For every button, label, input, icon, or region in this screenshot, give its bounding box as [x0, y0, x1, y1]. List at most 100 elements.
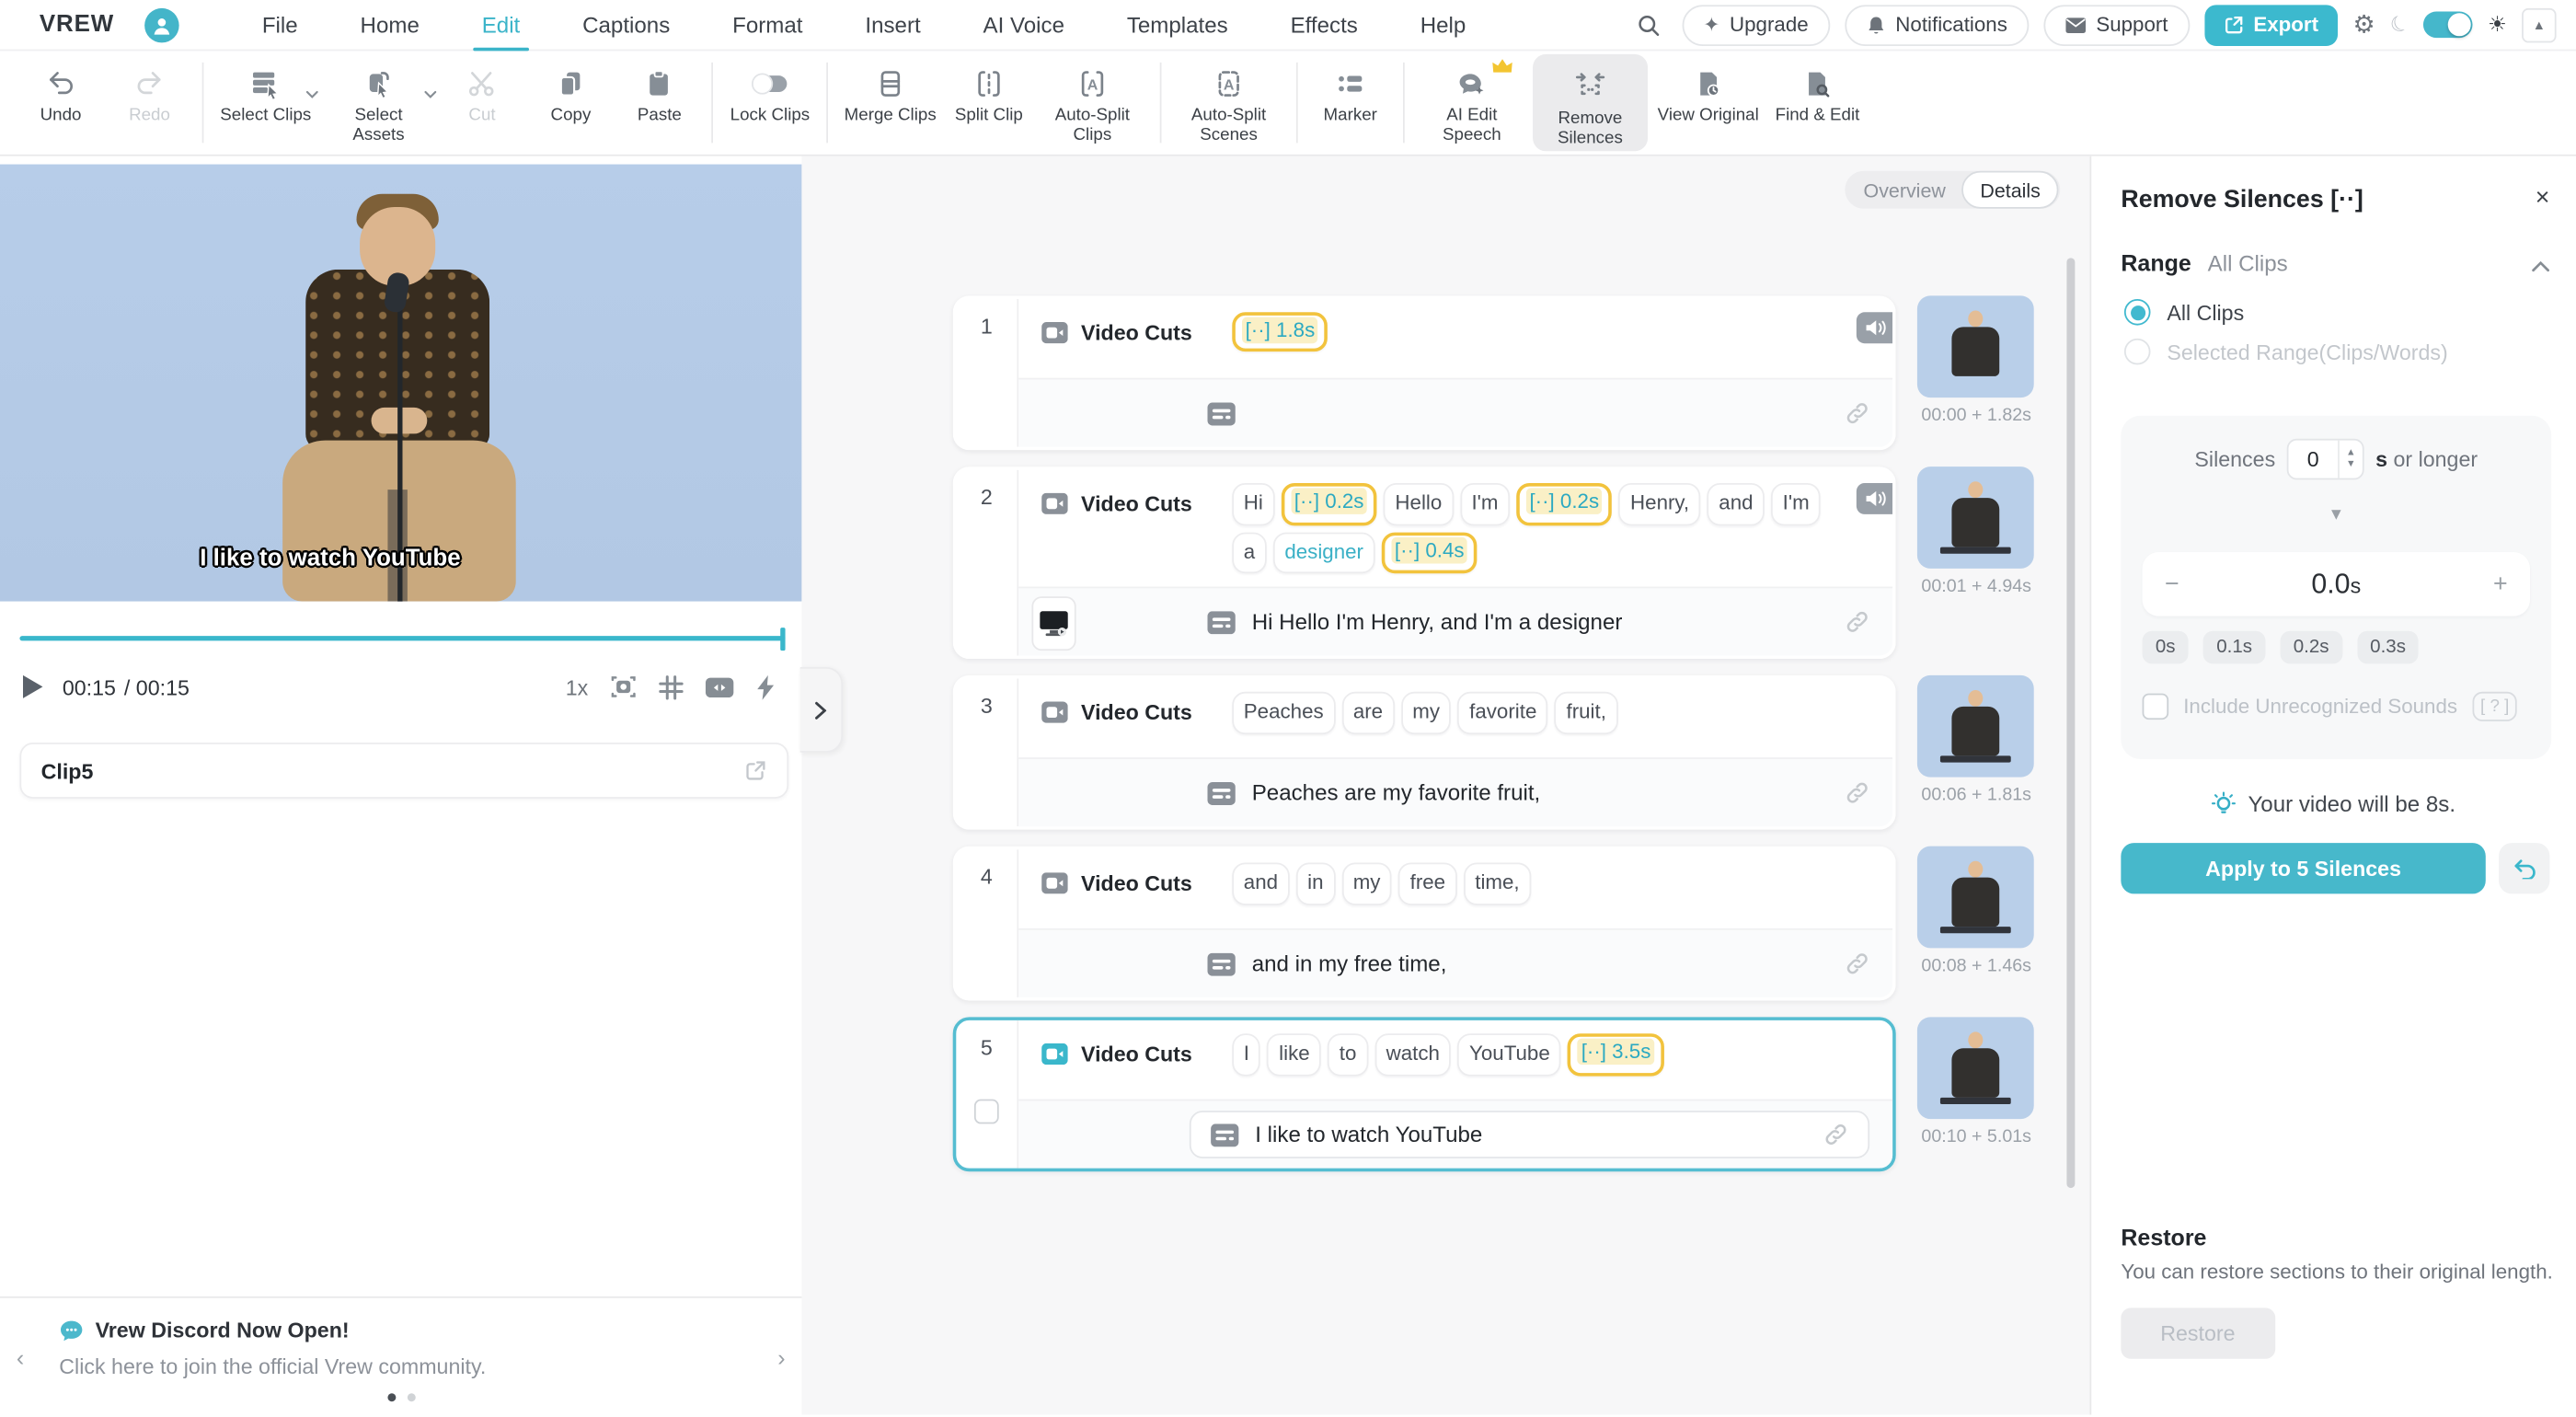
upgrade-button[interactable]: ✦ Upgrade: [1682, 4, 1830, 46]
speaker-icon[interactable]: [1856, 312, 1893, 344]
banner-next-icon[interactable]: ›: [777, 1344, 785, 1371]
playback-speed[interactable]: 1x: [566, 674, 589, 699]
clip-thumbnail[interactable]: [1916, 467, 2034, 569]
menu-item-ai-voice[interactable]: AI Voice: [952, 0, 1096, 50]
toolbar-marker[interactable]: Marker: [1307, 54, 1393, 151]
snapshot-icon[interactable]: [609, 674, 637, 700]
toolbar-lock-clips[interactable]: Lock Clips: [724, 54, 817, 151]
apply-silences-button[interactable]: Apply to 5 Silences: [2121, 843, 2486, 894]
link-icon[interactable]: [1845, 781, 1869, 806]
word-chip[interactable]: Peaches: [1232, 692, 1336, 734]
word-chip[interactable]: to: [1328, 1033, 1368, 1077]
word-chip[interactable]: my: [1400, 692, 1452, 734]
toolbar-select-assets[interactable]: Select Assets: [321, 54, 438, 151]
settings-gear-icon[interactable]: ⚙: [2353, 12, 2375, 37]
menu-item-insert[interactable]: Insert: [834, 0, 951, 50]
close-icon[interactable]: ×: [2536, 184, 2550, 212]
word-chip[interactable]: and: [1232, 862, 1290, 905]
open-external-icon[interactable]: [744, 759, 767, 782]
toolbar-cut[interactable]: Cut: [440, 54, 525, 151]
search-icon[interactable]: [1636, 12, 1661, 37]
word-chip[interactable]: designer: [1272, 531, 1375, 574]
toolbar-find-edit[interactable]: Find & Edit: [1768, 54, 1866, 151]
toolbar-ai-edit-speech[interactable]: AI Edit Speech: [1414, 54, 1529, 151]
menu-item-edit[interactable]: Edit: [451, 0, 551, 51]
caption-field[interactable]: and in my free time,: [1207, 951, 1869, 976]
banner-subtitle[interactable]: Click here to join the official Vrew com…: [59, 1354, 486, 1379]
caption-field[interactable]: I like to watch YouTube: [1189, 1111, 1870, 1159]
clip-thumbnail[interactable]: [1916, 1017, 2034, 1120]
word-chip[interactable]: in: [1295, 862, 1336, 905]
toolbar-select-clips[interactable]: Select Clips: [213, 54, 319, 151]
word-chip[interactable]: Hi: [1232, 482, 1275, 525]
preset-0.3s[interactable]: 0.3s: [2356, 630, 2420, 664]
include-sounds-checkbox[interactable]: [2142, 693, 2169, 720]
clip-card[interactable]: 4 Video Cuts and in my free time, and in my …: [952, 847, 1896, 1001]
word-chip[interactable]: favorite: [1457, 692, 1548, 734]
promo-banner[interactable]: ‹ › Vrew Discord Now Open! Click here to…: [0, 1296, 802, 1416]
silence-chip[interactable]: [··] 1.8s: [1232, 312, 1328, 351]
silence-threshold-input[interactable]: 0 ▲ ▼: [2286, 438, 2364, 480]
playback-progress-bar[interactable]: [19, 627, 786, 651]
clip-thumbnail[interactable]: [1916, 295, 2034, 398]
play-button[interactable]: [22, 674, 43, 698]
silence-chip[interactable]: [··] 0.4s: [1381, 531, 1478, 574]
clip-thumbnail[interactable]: [1916, 847, 2034, 949]
silence-chip[interactable]: [··] 0.2s: [1281, 482, 1377, 525]
word-chip[interactable]: I: [1232, 1033, 1261, 1077]
tab-details[interactable]: Details: [1961, 170, 2059, 209]
collapse-topbar-button[interactable]: ▲: [2522, 7, 2557, 42]
tab-overview[interactable]: Overview: [1847, 172, 1962, 207]
toolbar-view-original[interactable]: View Original: [1651, 54, 1765, 151]
toolbar-paste[interactable]: Paste: [616, 54, 702, 151]
radio-on-icon[interactable]: [2123, 298, 2151, 326]
undo-apply-button[interactable]: [2499, 843, 2550, 894]
menu-item-templates[interactable]: Templates: [1096, 0, 1259, 50]
toolbar-redo[interactable]: Redo: [107, 54, 192, 151]
word-chip[interactable]: time,: [1463, 862, 1532, 905]
caption-text[interactable]: and in my free time,: [1252, 951, 1447, 976]
word-chip[interactable]: my: [1341, 862, 1392, 905]
speaker-icon[interactable]: [1856, 482, 1893, 514]
word-chip[interactable]: Henry,: [1618, 482, 1701, 525]
export-button[interactable]: Export: [2203, 4, 2339, 46]
menu-item-effects[interactable]: Effects: [1259, 0, 1389, 50]
chevron-up-icon[interactable]: [2532, 251, 2550, 281]
preset-0.1s[interactable]: 0.1s: [2202, 630, 2266, 664]
radio-all-clips[interactable]: All Clips: [2123, 298, 2244, 326]
clip-card[interactable]: 5 Video Cuts Ilike to watch YouTube [··] 3.5…: [952, 1017, 1896, 1172]
caption-text[interactable]: Peaches are my favorite fruit,: [1252, 781, 1541, 806]
user-avatar[interactable]: [144, 7, 178, 42]
expand-preview-tab[interactable]: [799, 666, 844, 753]
caption-field[interactable]: Hi Hello I'm Henry, and I'm a designer: [1207, 610, 1869, 635]
clip-thumbnail[interactable]: [1916, 675, 2034, 778]
support-button[interactable]: Support: [2043, 4, 2190, 46]
video-preview[interactable]: I like to watch YouTube: [0, 164, 802, 602]
scrollbar[interactable]: [2066, 258, 2076, 1189]
word-chip[interactable]: free: [1398, 862, 1457, 905]
caption-field[interactable]: Peaches are my favorite fruit,: [1207, 781, 1869, 806]
word-chip[interactable]: are: [1341, 692, 1395, 734]
menu-item-home[interactable]: Home: [329, 0, 451, 50]
chevron-down-icon[interactable]: [425, 90, 438, 98]
clip-card[interactable]: 2 Video Cuts Hi [··] 0.2s Hello I'm [··] 0.2…: [952, 467, 1896, 660]
link-icon[interactable]: [1845, 401, 1869, 426]
carousel-dot[interactable]: [406, 1393, 415, 1402]
word-chip[interactable]: YouTube: [1457, 1033, 1562, 1077]
toolbar-auto-split-clips[interactable]: A Auto-Split Clips: [1035, 54, 1150, 151]
caption-text[interactable]: I like to watch YouTube: [1255, 1123, 1482, 1147]
restore-button[interactable]: Restore: [2121, 1308, 2275, 1359]
link-icon[interactable]: [1823, 1123, 1848, 1147]
spinner[interactable]: ▲ ▼: [2338, 440, 2363, 478]
menu-item-help[interactable]: Help: [1389, 0, 1497, 50]
clip-card[interactable]: 1 Video Cuts [··] 1.8s: [952, 295, 1896, 451]
menu-item-format[interactable]: Format: [701, 0, 834, 50]
toolbar-copy[interactable]: Copy: [528, 54, 614, 151]
word-chip[interactable]: and: [1707, 482, 1765, 525]
chevron-down-icon[interactable]: [306, 90, 319, 98]
link-icon[interactable]: [1845, 610, 1869, 635]
increase-button[interactable]: +: [2471, 570, 2530, 598]
aspect-ratio-icon[interactable]: [705, 676, 734, 697]
silence-chip[interactable]: [··] 3.5s: [1568, 1033, 1664, 1077]
link-icon[interactable]: [1845, 951, 1869, 976]
